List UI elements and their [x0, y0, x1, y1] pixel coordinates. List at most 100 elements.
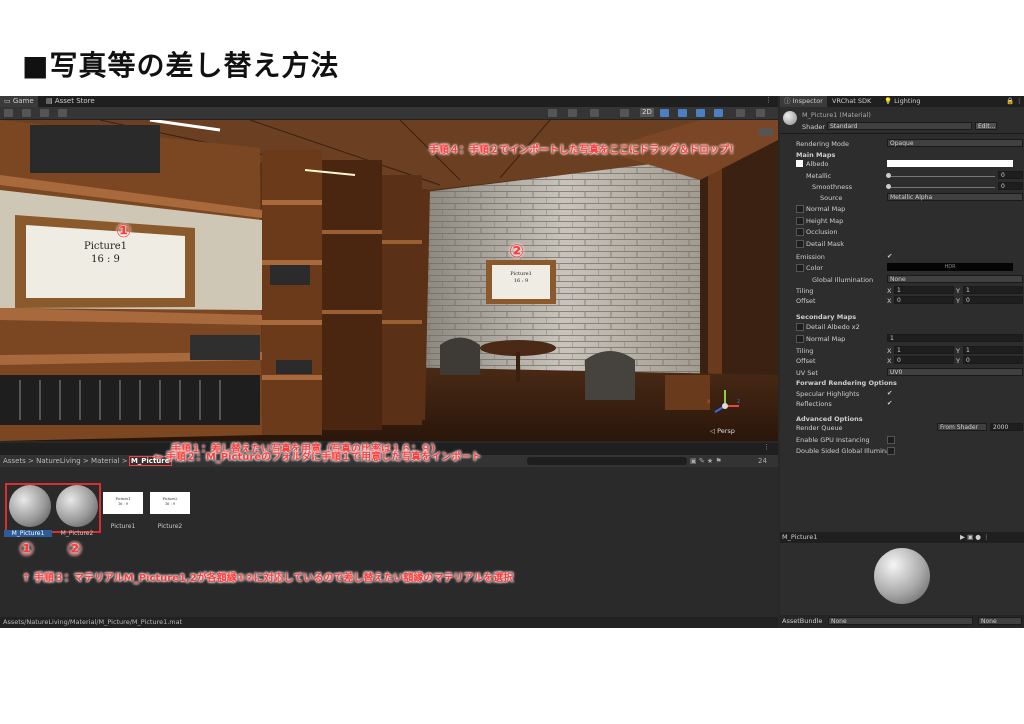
lock-icon[interactable]: 🔒 [1006, 96, 1014, 107]
asset-m-picture2-label[interactable]: M_Picture2 [52, 530, 102, 537]
asset-bundle-variant-dropdown[interactable]: None [978, 617, 1022, 625]
filter-icons[interactable]: ▣ ✎ ★ ⚑ [690, 455, 722, 467]
asset-m-picture1[interactable] [9, 485, 51, 527]
offset2-y-input[interactable]: 0 [963, 356, 1023, 364]
material-preview-sphere[interactable] [874, 548, 930, 604]
tab-vrchat-sdk[interactable]: VRChat SDK [832, 96, 871, 107]
tab-game[interactable]: ▭ Game [0, 96, 38, 107]
persp-label[interactable]: ◁ Persp [710, 427, 735, 435]
tab-game-label: Game [12, 97, 34, 105]
effects-toggle-icon[interactable] [696, 109, 705, 117]
uv-set-dropdown[interactable]: UV0 [887, 368, 1023, 376]
inspector-menu-icon[interactable]: ⋮ [1016, 96, 1023, 107]
normal-map2-scale[interactable]: 1 [887, 334, 1023, 342]
scene-gizmo[interactable]: x z [707, 388, 743, 424]
occlusion-slot[interactable] [796, 228, 804, 236]
normal-map-slot[interactable] [796, 205, 804, 213]
metallic-slider[interactable] [889, 176, 995, 177]
tiling2-label: Tiling [796, 347, 814, 355]
albedo-texture-slot[interactable] [796, 160, 803, 167]
rendering-mode-dropdown[interactable]: Opaque [887, 139, 1023, 147]
emission-color-field[interactable]: HDR [887, 263, 1013, 271]
smoothness-slider[interactable] [889, 187, 995, 188]
preview-controls-icons[interactable]: ▶ ▣ ● ⋮ [960, 532, 990, 543]
asset-path: Assets/NatureLiving/Material/M_Picture/M… [3, 618, 183, 626]
asset-picture1[interactable]: Picture1 16 : 9 [103, 492, 143, 514]
grid-snap-icon[interactable] [590, 109, 599, 117]
scene-view[interactable]: Picture1 16 : 9 Picture1 16 : 9 x z ◁ Pe… [0, 120, 778, 441]
albedo-color-field[interactable] [887, 160, 1013, 167]
asset-m-picture2[interactable] [56, 485, 98, 527]
albedo-label: Albedo [806, 160, 829, 168]
render-queue-input[interactable]: 2000 [990, 423, 1023, 431]
source-dropdown[interactable]: Metallic Alpha [887, 193, 1023, 201]
frame-right-ratio: 16 : 9 [513, 278, 529, 284]
occlusion-label: Occlusion [806, 228, 838, 236]
project-search-input[interactable] [527, 457, 687, 465]
scale-tool-icon[interactable] [22, 109, 31, 117]
emission-label: Emission [796, 253, 825, 261]
breadcrumb: Assets > NatureLiving > Material > M_Pic… [0, 452, 778, 467]
tiling2-y-input[interactable]: 1 [963, 346, 1023, 354]
offset-y-input[interactable]: 0 [963, 296, 1023, 304]
project-menu-icon[interactable]: ⋮ [763, 443, 770, 451]
normal-map2-slot[interactable] [796, 335, 804, 343]
snap-icon[interactable] [568, 109, 577, 117]
tiling2-x-axis: X [887, 347, 892, 355]
shader-label: Shader [802, 123, 826, 131]
offset-x-input[interactable]: 0 [894, 296, 954, 304]
render-queue-dropdown[interactable]: From Shader [937, 423, 987, 431]
detail-mask-slot[interactable] [796, 240, 804, 248]
smoothness-slider-knob[interactable] [886, 184, 891, 189]
metallic-value[interactable]: 0 [998, 171, 1023, 179]
rotate-tool-icon[interactable] [4, 109, 13, 117]
double-sided-gi-checkbox[interactable] [887, 447, 895, 455]
tab-inspector[interactable]: ⓘ Inspector [780, 96, 827, 107]
specular-highlights-checkbox[interactable]: ✔ [887, 389, 892, 397]
gpu-instancing-checkbox[interactable] [887, 436, 895, 444]
annotation-step2: ← 手順２：M_Pictureのフォルダに手順１で用意した写真をインポート [154, 452, 482, 463]
asset-picture2-label[interactable]: Picture2 [147, 523, 193, 530]
camera-settings-icon[interactable] [736, 109, 745, 117]
tiling2-x-input[interactable]: 1 [894, 346, 954, 354]
tiling-y-input[interactable]: 1 [963, 286, 1023, 294]
offset2-x-input[interactable]: 0 [894, 356, 954, 364]
detail-albedo-slot[interactable] [796, 323, 804, 331]
breadcrumb-natureliving[interactable]: NatureLiving [36, 457, 81, 465]
material-sphere-icon [56, 485, 98, 527]
emission-checkbox[interactable]: ✔ [887, 252, 892, 260]
tab-asset-store[interactable]: ▤ Asset Store [42, 96, 99, 107]
metallic-slider-knob[interactable] [886, 173, 891, 178]
divider [780, 133, 1024, 134]
asset-m-picture1-label[interactable]: M_Picture1 [4, 530, 52, 537]
audio-toggle-icon[interactable] [678, 109, 687, 117]
global-illumination-dropdown[interactable]: None [887, 275, 1023, 283]
mode-2d-button[interactable]: 2D [640, 108, 654, 117]
smoothness-value[interactable]: 0 [998, 182, 1023, 190]
source-label: Source [820, 194, 843, 202]
breadcrumb-assets[interactable]: Assets [3, 457, 26, 465]
visibility-toggle-icon[interactable] [714, 109, 723, 117]
reflections-checkbox[interactable]: ✔ [887, 399, 892, 407]
grid-tool-icon[interactable] [58, 109, 67, 117]
material-name: M_Picture1 (Material) [802, 111, 871, 119]
normal-map-label: Normal Map [806, 205, 846, 213]
tiling-x-input[interactable]: 1 [894, 286, 954, 294]
asset-picture2[interactable]: Picture2 16 : 9 [150, 492, 190, 514]
asset-bundle-dropdown[interactable]: None [828, 617, 973, 625]
scene-camera-icon[interactable] [759, 128, 773, 136]
gizmos-icon[interactable] [756, 109, 765, 117]
breadcrumb-sep: > [28, 457, 34, 465]
height-map-slot[interactable] [796, 217, 804, 225]
lighting-toggle-icon[interactable] [660, 109, 669, 117]
pivot-icon[interactable] [548, 109, 557, 117]
shading-mode-icon[interactable] [620, 109, 629, 117]
emission-color-slot[interactable] [796, 264, 804, 272]
shader-edit-button[interactable]: Edit... [975, 122, 997, 130]
shader-dropdown[interactable]: Standard [827, 122, 972, 130]
breadcrumb-material[interactable]: Material [91, 457, 119, 465]
more-menu-icon[interactable]: ⋮ [765, 96, 772, 104]
asset-picture1-label[interactable]: Picture1 [100, 523, 146, 530]
tab-lighting[interactable]: 💡 Lighting [884, 96, 920, 107]
rect-tool-icon[interactable] [40, 109, 49, 117]
